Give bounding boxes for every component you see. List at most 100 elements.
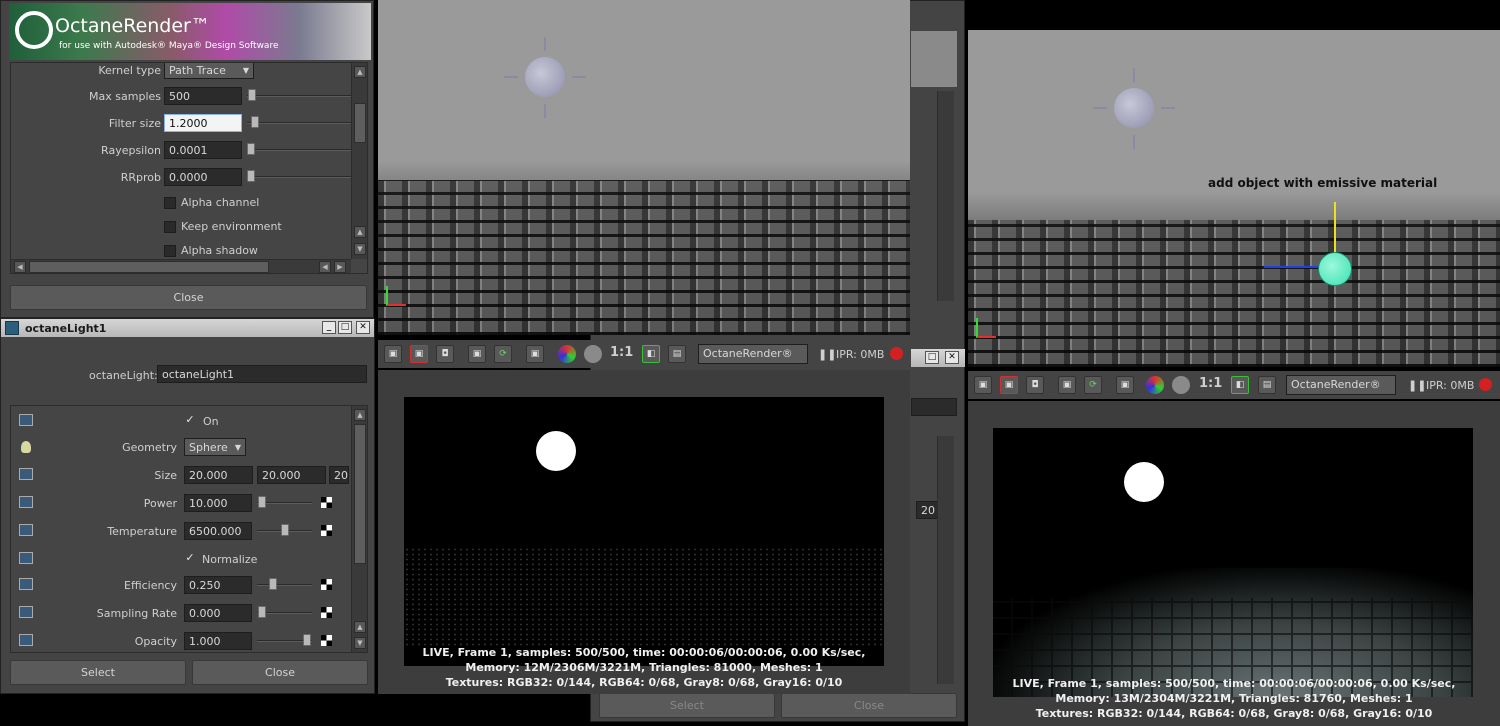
minimize-icon[interactable]: _ — [322, 321, 336, 334]
toggle-icon[interactable] — [19, 414, 33, 426]
light-name-input[interactable]: octaneLight1 — [157, 365, 367, 383]
sphere-preview-icon[interactable] — [1172, 376, 1190, 394]
color-channels-icon[interactable] — [1146, 376, 1164, 394]
maximize-icon[interactable]: □ — [925, 351, 939, 364]
settings-horizontal-scrollbar[interactable]: ◀ ◀ ▶ — [11, 259, 351, 273]
checker-map-icon[interactable] — [321, 525, 332, 536]
alpha-channel-checkbox[interactable] — [164, 197, 176, 209]
clapper-icon[interactable]: ▣ — [974, 376, 992, 394]
snapshot-icon[interactable]: ◧ — [642, 345, 660, 363]
clapper-icon[interactable]: ▣ — [526, 345, 544, 363]
sampling-rate-slider-handle[interactable] — [258, 606, 266, 618]
efficiency-slider-track[interactable] — [257, 584, 312, 586]
map-icon[interactable] — [19, 606, 33, 618]
clapper-icon[interactable]: ▣ — [1116, 376, 1134, 394]
background-scrollbar-top[interactable] — [937, 91, 954, 301]
pause-icon[interactable]: ❚❚ — [818, 348, 836, 361]
filter-size-slider-track[interactable] — [247, 122, 352, 124]
power-input[interactable]: 10.000 — [184, 494, 252, 512]
record-icon[interactable] — [890, 347, 903, 360]
background-name-input[interactable] — [911, 398, 957, 416]
light-select-button[interactable]: Select — [10, 660, 186, 685]
light-close-button[interactable]: Close — [192, 660, 368, 685]
scroll-down-arrow-icon[interactable]: ▼ — [354, 243, 366, 255]
max-samples-slider-track[interactable] — [247, 95, 352, 97]
color-channels-icon[interactable] — [558, 345, 576, 363]
scroll-down-arrow-icon[interactable]: ▲ — [354, 226, 366, 238]
max-samples-input[interactable]: 500 — [164, 87, 242, 105]
renderer-dropdown[interactable]: OctaneRender® — [698, 344, 808, 364]
scroll-left-arrow-icon[interactable]: ◀ — [319, 261, 331, 273]
scroll-right-arrow-icon[interactable]: ▶ — [334, 261, 346, 273]
checker-map-icon[interactable] — [321, 635, 332, 646]
checker-map-icon[interactable] — [321, 579, 332, 590]
close-icon[interactable]: ✕ — [356, 321, 370, 334]
trash-icon[interactable]: ▤ — [1258, 376, 1276, 394]
rrprob-input[interactable]: 0.0000 — [164, 168, 242, 186]
light-vertical-scrollbar[interactable]: ▲ ▲ ▼ — [351, 406, 367, 652]
record-icon[interactable] — [1479, 378, 1492, 391]
ratio-label[interactable]: 1:1 — [610, 345, 633, 360]
temperature-slider-handle[interactable] — [281, 524, 289, 536]
map-icon[interactable] — [19, 634, 33, 646]
scroll-thumb[interactable] — [354, 424, 366, 564]
camera-icon[interactable]: ◘ — [436, 345, 454, 363]
size-y-input[interactable]: 20.000 — [257, 466, 326, 484]
render-region-icon[interactable]: ▣ — [410, 345, 428, 363]
refresh-icon[interactable]: ⟳ — [494, 345, 512, 363]
kernel-type-select[interactable]: Path Trace ▼ — [164, 63, 254, 79]
efficiency-input[interactable]: 0.250 — [184, 576, 252, 594]
rayepsilon-input[interactable]: 0.0001 — [164, 141, 242, 159]
size-z-input[interactable]: 20 — [329, 466, 349, 484]
horizontal-scroll-thumb[interactable] — [29, 261, 269, 273]
rrprob-slider-track[interactable] — [247, 176, 352, 178]
renderer-dropdown[interactable]: OctaneRender® — [1286, 375, 1396, 395]
toggle-icon[interactable] — [19, 552, 33, 564]
normalize-checkbox[interactable]: ✓ — [184, 552, 196, 565]
rayepsilon-slider-track[interactable] — [247, 149, 352, 151]
background-size-z-input[interactable]: 20 — [916, 501, 938, 519]
geometry-select[interactable]: Sphere ▼ — [184, 438, 246, 456]
clapper-icon[interactable]: ▣ — [1058, 376, 1076, 394]
checker-map-icon[interactable] — [321, 607, 332, 618]
scroll-left-arrow-icon[interactable]: ◀ — [14, 261, 26, 273]
scroll-up-arrow-icon[interactable]: ▲ — [354, 66, 366, 78]
map-icon[interactable] — [19, 496, 33, 508]
sphere-preview-icon[interactable] — [584, 345, 602, 363]
close-icon[interactable]: ✕ — [945, 351, 959, 364]
settings-vertical-scrollbar[interactable]: ▲ ▲ ▼ — [351, 63, 367, 259]
size-x-input[interactable]: 20.000 — [184, 466, 253, 484]
rrprob-slider-handle[interactable] — [247, 170, 255, 182]
render-region-icon[interactable]: ▣ — [1000, 376, 1018, 394]
clapper-icon[interactable]: ▣ — [384, 345, 402, 363]
maximize-icon[interactable]: □ — [338, 321, 352, 334]
checker-map-icon[interactable] — [321, 497, 332, 508]
keep-environment-checkbox[interactable] — [164, 221, 176, 233]
temperature-input[interactable]: 6500.000 — [184, 522, 252, 540]
map-icon[interactable] — [19, 578, 33, 590]
map-icon[interactable] — [19, 524, 33, 536]
alpha-shadow-checkbox[interactable] — [164, 245, 176, 257]
background-select-button[interactable]: Select — [599, 693, 775, 718]
refresh-icon[interactable]: ⟳ — [1084, 376, 1102, 394]
trash-icon[interactable]: ▤ — [668, 345, 686, 363]
max-samples-slider-handle[interactable] — [248, 89, 256, 101]
on-checkbox[interactable]: ✓ — [184, 414, 196, 427]
scroll-thumb[interactable] — [354, 103, 366, 143]
background-close-button[interactable]: Close — [781, 693, 957, 718]
efficiency-slider-handle[interactable] — [269, 578, 277, 590]
center-viewport[interactable] — [378, 0, 910, 335]
power-slider-handle[interactable] — [258, 496, 266, 508]
background-scrollbar-bottom[interactable] — [937, 436, 954, 684]
gizmo-x-arrow[interactable] — [1264, 266, 1324, 268]
pause-icon[interactable]: ❚❚ — [1408, 379, 1426, 392]
clapper-icon[interactable]: ▣ — [468, 345, 486, 363]
scroll-up-arrow-icon[interactable]: ▲ — [354, 409, 366, 421]
rayepsilon-slider-handle[interactable] — [247, 143, 255, 155]
settings-close-button[interactable]: Close — [10, 285, 367, 310]
sampling-rate-input[interactable]: 0.000 — [184, 604, 252, 622]
opacity-input[interactable]: 1.000 — [184, 632, 252, 650]
snapshot-icon[interactable]: ◧ — [1231, 376, 1249, 394]
emissive-sphere-object[interactable] — [1318, 252, 1352, 286]
scroll-up-arrow-icon[interactable]: ▲ — [354, 621, 366, 633]
